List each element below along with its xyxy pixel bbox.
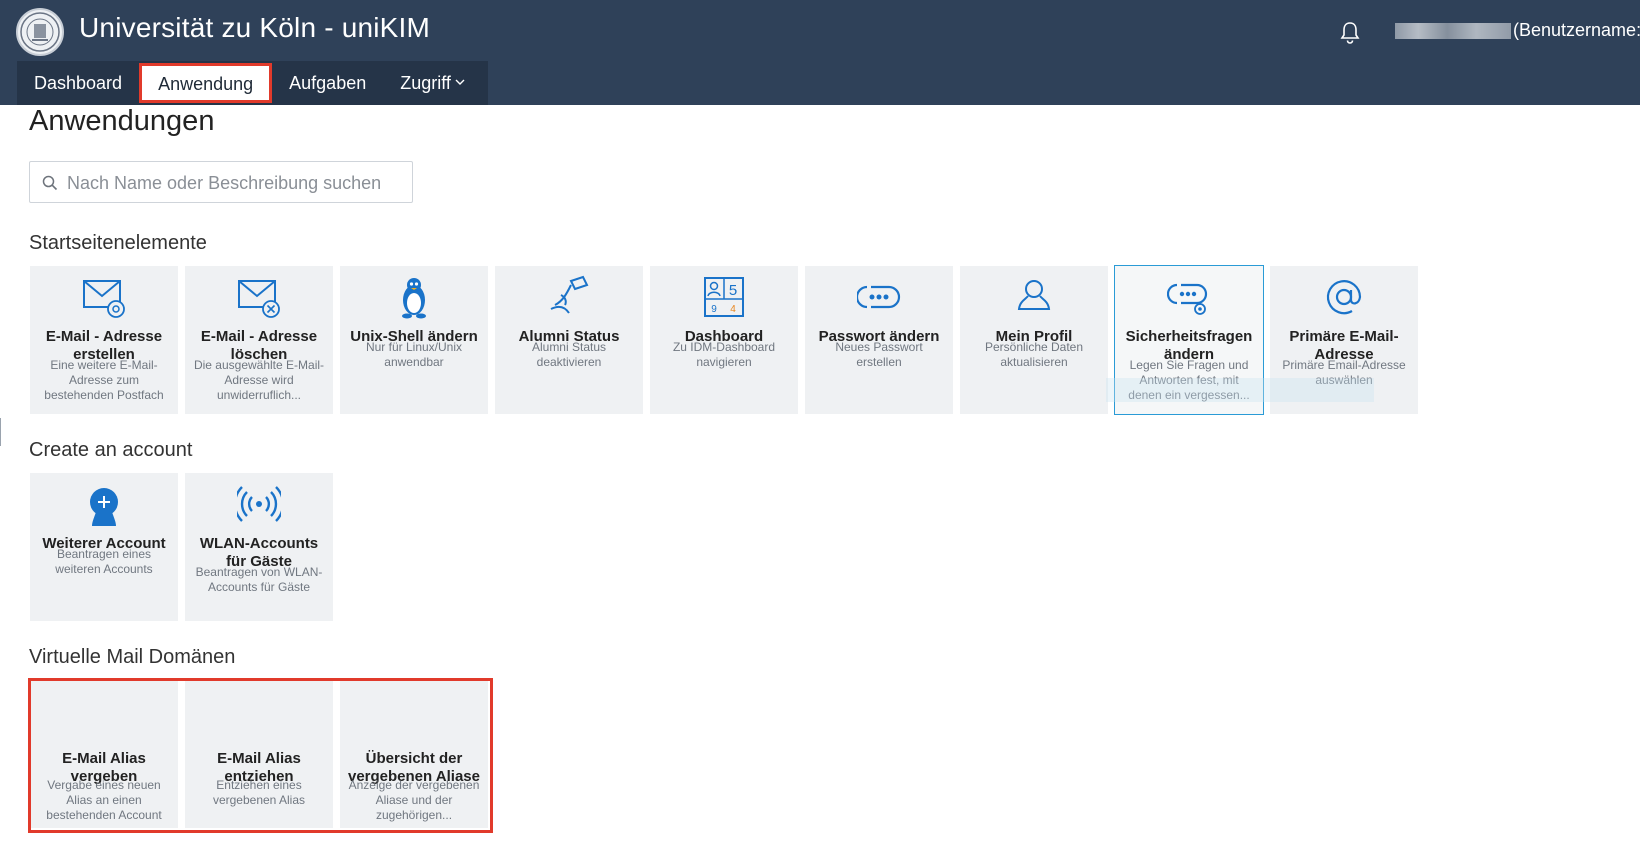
tile-description: Eine weitere E-Mail-Adresse zum bestehen… (44, 358, 164, 402)
tile-description: Die ausgewählte E-Mail-Adresse wird unwi… (193, 358, 325, 402)
tile-description: Anzeige der vergebenen Aliase und der zu… (348, 778, 480, 822)
page-edge-marker (0, 418, 1, 446)
section-title-create-account: Create an account (29, 439, 193, 461)
dashboard-badge-top: 5 (729, 282, 737, 299)
password-icon (857, 285, 901, 309)
app-title: Universität zu Köln - uniKIM (79, 12, 431, 43)
tile-alumni-status[interactable]: Alumni Status Alumni Status deaktivieren (495, 266, 643, 414)
notification-bell-icon[interactable] (1338, 20, 1362, 46)
tile-passwort-aendern[interactable]: Passwort ändern Neues Passwort erstellen (805, 266, 953, 414)
at-sign-icon (1326, 280, 1362, 315)
tile-email-adresse-erstellen[interactable]: E-Mail - Adresse erstellen Eine weitere … (30, 266, 178, 414)
alumni-icon (550, 275, 589, 314)
section-title-startseitenelemente: Startseitenelemente (29, 232, 207, 254)
nav-tab-zugriff-label: Zugriff (400, 73, 451, 93)
tile-description: Vergabe eines neuen Alias an einen beste… (46, 778, 162, 822)
chevron-down-icon (455, 79, 465, 85)
search-box[interactable] (29, 161, 413, 204)
tile-email-adresse-loeschen[interactable]: E-Mail - Adresse löschen Die ausgewählte… (185, 266, 333, 414)
tile-email-alias-vergeben[interactable]: E-Mail Alias vergeben Vergabe eines neue… (30, 680, 178, 828)
redacted-username (1395, 23, 1511, 40)
user-menu[interactable]: (Benutzername: (1395, 20, 1640, 44)
mail-at-icon (83, 280, 125, 318)
linux-penguin-icon (402, 278, 426, 319)
search-input[interactable] (65, 162, 409, 204)
tile-description: Alumni Status deaktivieren (531, 340, 607, 369)
add-account-icon (90, 488, 118, 526)
nav-tab-dashboard[interactable]: Dashboard (17, 61, 139, 105)
dashboard-badge-right: 4 (730, 304, 736, 315)
security-question-icon (1167, 283, 1208, 315)
tile-unix-shell-aendern[interactable]: Unix-Shell ändern Nur für Linux/Unix anw… (340, 266, 488, 414)
tile-description: Persönliche Daten aktualisieren (984, 340, 1084, 369)
tile-email-alias-entziehen[interactable]: E-Mail Alias entziehen Entziehen eines v… (185, 680, 333, 828)
nav-tab-anwendung[interactable]: Anwendung (139, 63, 273, 103)
tile-description: Nur für Linux/Unix anwendbar (365, 340, 463, 369)
nav-tab-aufgaben[interactable]: Aufgaben (272, 61, 383, 105)
tile-mein-profil[interactable]: Mein Profil Persönliche Daten aktualisie… (960, 266, 1108, 414)
dashboard-badge-left: 9 (711, 304, 717, 315)
tile-description: Beantragen von WLAN-Accounts für Gäste (195, 565, 323, 594)
tile-uebersicht-aliase[interactable]: Übersicht der vergebenen Aliase Anzeige … (340, 680, 488, 828)
mail-remove-icon (238, 280, 280, 318)
section-title-virtuelle-mail-domaenen: Virtuelle Mail Domänen (29, 646, 236, 668)
faded-tooltip-overlay (1106, 378, 1374, 402)
tile-description: Beantragen eines weiteren Accounts (55, 547, 153, 576)
wifi-broadcast-icon (237, 486, 281, 522)
tile-wlan-accounts-gaeste[interactable]: WLAN-Accounts für Gäste Beantragen von W… (185, 473, 333, 621)
search-icon (42, 175, 58, 191)
username-label: (Benutzername: (1513, 20, 1640, 40)
nav-tab-zugriff[interactable]: Zugriff (383, 61, 482, 105)
tile-dashboard[interactable]: 5 9 4 Dashboard Zu IDM-Dashboard navigie… (650, 266, 798, 414)
page-title: Anwendungen (29, 105, 215, 137)
tile-description: Neues Passwort erstellen (835, 340, 923, 369)
university-seal-logo[interactable] (16, 8, 64, 56)
tile-description: Entziehen eines vergebenen Alias (212, 778, 306, 807)
profile-icon (1017, 280, 1051, 310)
tile-weiterer-account[interactable]: Weiterer Account Beantragen eines weiter… (30, 473, 178, 621)
dashboard-icon: 5 9 4 (704, 277, 744, 317)
main-nav: Dashboard Anwendung Aufgaben Zugriff (17, 61, 488, 105)
top-header: Universität zu Köln - uniKIM (Benutzerna… (0, 0, 1640, 105)
tile-description: Zu IDM-Dashboard navigieren (672, 340, 776, 369)
